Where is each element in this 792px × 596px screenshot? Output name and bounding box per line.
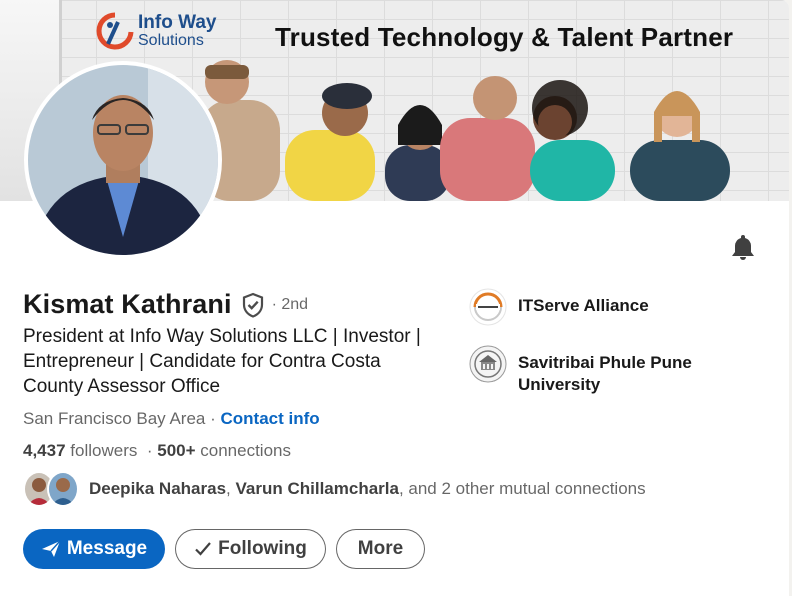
banner-headline: Trusted Technology & Talent Partner xyxy=(275,22,734,52)
university-seal-icon xyxy=(469,345,507,383)
org-education[interactable]: Savitribai Phule Pune University xyxy=(468,344,718,396)
network-stats: 4,437 followers · 500+ connections xyxy=(23,441,291,461)
profile-actions: Message Following More xyxy=(23,529,425,569)
connections-count[interactable]: 500+ xyxy=(157,441,195,460)
location: San Francisco Bay Area · xyxy=(23,409,216,428)
org-name: Savitribai Phule Pune University xyxy=(518,353,692,394)
brand-name-line1: Info Way xyxy=(138,12,217,33)
mutual-avatar-photo xyxy=(49,473,77,505)
mutual-name-2[interactable]: Varun Chillamcharla xyxy=(236,479,399,498)
profile-orgs: ITServe Alliance Savitribai Phule Pune U… xyxy=(468,287,718,396)
following-button[interactable]: Following xyxy=(175,529,326,569)
more-button[interactable]: More xyxy=(336,529,425,569)
mutual-name-1[interactable]: Deepika Naharas xyxy=(89,479,226,498)
itserve-logo-icon xyxy=(469,288,507,326)
org-name: ITServe Alliance xyxy=(518,296,649,315)
stats-separator: · xyxy=(146,441,153,460)
followers-count[interactable]: 4,437 xyxy=(23,441,66,460)
mutual-connections-text: Deepika Naharas, Varun Chillamcharla, an… xyxy=(89,479,646,499)
brand-name-line2: Solutions xyxy=(138,32,204,49)
mutual-rest: , and 2 other mutual connections xyxy=(398,479,646,498)
profile-headline: President at Info Way Solutions LLC | In… xyxy=(23,326,421,397)
more-label: More xyxy=(357,538,404,559)
name-row: Kismat Kathrani · 2nd xyxy=(23,289,308,320)
connections-label[interactable]: connections xyxy=(200,441,291,460)
verified-shield-icon[interactable] xyxy=(241,292,265,318)
following-label: Following xyxy=(218,538,307,559)
mutual-connections[interactable]: Deepika Naharas, Varun Chillamcharla, an… xyxy=(23,471,646,507)
brand-logo: Info Way Solutions xyxy=(96,12,216,52)
profile-photo[interactable] xyxy=(24,61,222,259)
message-button[interactable]: Message xyxy=(23,529,165,569)
followers-label[interactable]: followers xyxy=(70,441,137,460)
connection-degree: · 2nd xyxy=(271,295,309,313)
profile-photo-image xyxy=(28,65,218,255)
send-arrow-icon xyxy=(41,540,61,557)
message-label: Message xyxy=(66,538,148,559)
bell-icon[interactable] xyxy=(730,233,756,261)
org-current-company[interactable]: ITServe Alliance xyxy=(468,287,718,327)
infoway-logo-icon xyxy=(96,12,134,50)
checkmark-icon xyxy=(195,542,212,556)
location-row: San Francisco Bay Area · Contact info xyxy=(23,409,320,429)
itserve-logo xyxy=(468,287,508,327)
mutual-separator: , xyxy=(226,479,231,498)
mutual-avatar xyxy=(47,471,79,507)
university-seal-logo xyxy=(468,344,508,384)
contact-info-link[interactable]: Contact info xyxy=(221,409,320,428)
profile-name: Kismat Kathrani xyxy=(23,289,232,319)
profile-card: Info Way Solutions Trusted Technology & … xyxy=(0,0,789,596)
